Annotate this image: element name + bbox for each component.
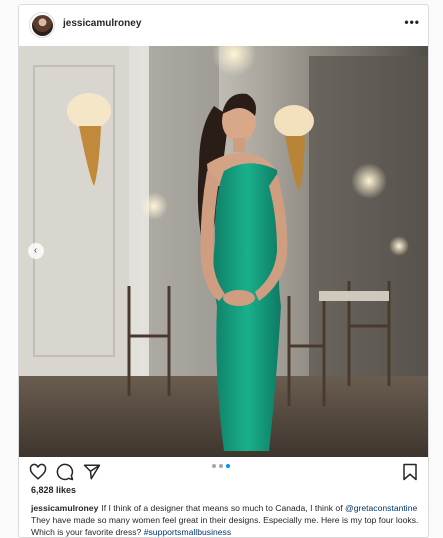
caption-text: If I think of a designer that means so m… [101, 503, 343, 513]
carousel-dot [219, 464, 223, 468]
caption-username[interactable]: jessicamulroney [31, 503, 98, 513]
post-username[interactable]: jessicamulroney [63, 18, 141, 29]
carousel-dots [212, 464, 230, 468]
comment-icon[interactable] [56, 463, 74, 481]
carousel-dot [212, 464, 216, 468]
post-card: jessicamulroney ••• ‹ 6,828 likes jessic… [18, 4, 429, 538]
bookmark-icon[interactable] [402, 463, 418, 481]
chevron-left-icon[interactable]: ‹ [28, 243, 44, 259]
caption-hashtag[interactable]: #supportsmallbusiness [144, 527, 231, 537]
heart-icon[interactable] [29, 463, 47, 481]
caption: jessicamulroney If I think of a designer … [31, 502, 421, 537]
photo-illustration [19, 46, 428, 457]
more-horizontal-icon[interactable]: ••• [404, 15, 420, 29]
post-photo[interactable]: ‹ [19, 46, 428, 457]
action-bar [19, 457, 428, 487]
avatar-image [31, 14, 53, 36]
send-icon[interactable] [83, 463, 101, 481]
carousel-dot-active [226, 464, 230, 468]
likes-count[interactable]: 6,828 likes [31, 485, 76, 495]
caption-mention[interactable]: @gretaconstantine [345, 503, 417, 513]
post-header: jessicamulroney ••• [19, 5, 428, 46]
avatar[interactable] [29, 12, 55, 38]
